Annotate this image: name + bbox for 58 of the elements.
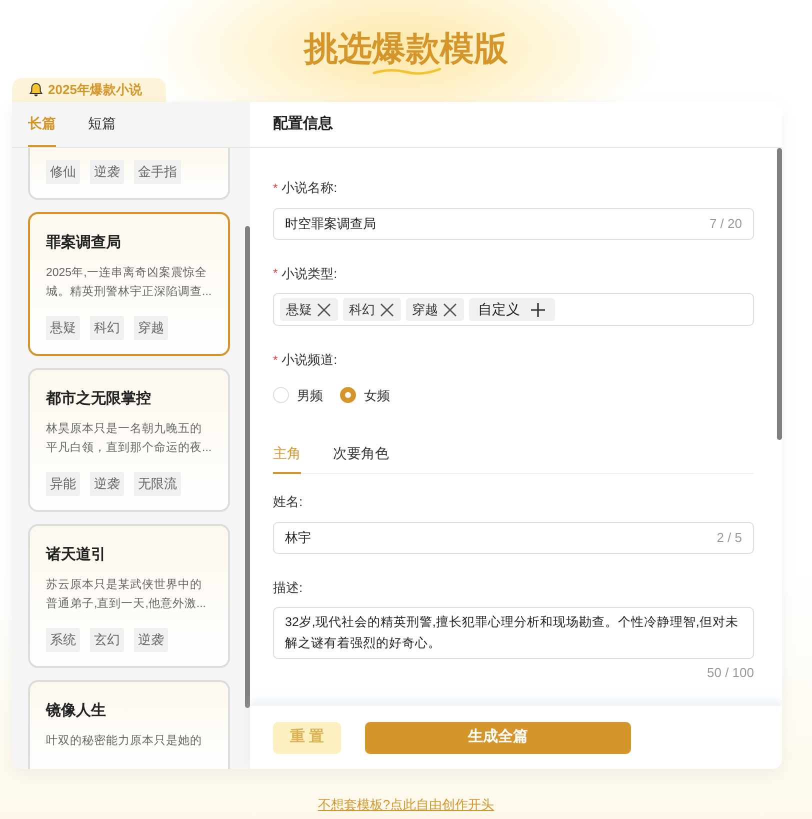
genre-tag: 逆袭	[90, 472, 124, 496]
novel-description: 苏云原本只是某武侠世界中的普通弟子,直到一天,他意外激...	[46, 578, 207, 612]
novel-card[interactable]: 罪案调查局 2025年,一连串离奇凶案震惊全城。精英刑警林宇正深陷调查... 悬疑 科幻 穿越	[28, 212, 230, 356]
genre-tag: 玄幻	[90, 628, 124, 652]
plus-icon	[530, 302, 546, 318]
char-count: 2 / 5	[716, 528, 742, 547]
novel-card[interactable]: 修仙 逆袭 金手指	[28, 148, 230, 200]
required-asterisk: *	[273, 352, 278, 369]
text-input[interactable]: 林宇 2 / 5	[273, 522, 754, 554]
tag-input[interactable]: 悬疑 科幻 穿越 自定义	[273, 293, 754, 326]
squiggle-underline	[372, 66, 442, 76]
tag-chip: 悬疑	[280, 298, 338, 321]
novel-description: 叶双的秘密能力原本只是她的	[46, 733, 203, 749]
field-label: 小说类型:	[282, 264, 338, 282]
novel-title: 诸天道引	[46, 545, 107, 565]
genre-tag: 金手指	[134, 160, 181, 184]
genre-tag: 修仙	[46, 160, 80, 184]
genre-tag: 异能	[46, 472, 80, 496]
radio-label: 男频	[297, 386, 323, 404]
novel-description: 2025年,一连串离奇凶案震惊全城。精英刑警林宇正深陷调查...	[46, 265, 212, 300]
panel-title: 配置信息	[250, 102, 782, 148]
char-count: 50 / 100	[707, 664, 754, 682]
genre-tag: 系统	[46, 628, 80, 652]
description-textarea[interactable]: 32岁,现代社会的精英刑警,擅长犯罪心理分析和现场勘查。个性冷静理智,但对未解之谜有着强烈的好奇心。	[273, 607, 754, 659]
remove-icon[interactable]	[442, 302, 458, 318]
char-count: 7 / 20	[709, 214, 742, 233]
bell-icon	[28, 82, 44, 98]
genre-tag: 逆袭	[134, 628, 168, 652]
novel-card[interactable]: 诸天道引 苏云原本只是某武侠世界中的普通弟子,直到一天,他意外激... 系统 玄幻 逆袭	[28, 524, 230, 668]
required-asterisk: *	[273, 265, 278, 282]
novel-card[interactable]: 镜像人生 叶双的秘密能力原本只是她的	[28, 680, 230, 769]
novel-title: 镜像人生	[46, 701, 107, 721]
field-label: 小说名称:	[282, 179, 338, 197]
field-label: 描述:	[273, 578, 303, 596]
field-label: 姓名:	[273, 493, 303, 511]
tag-chip: 穿越	[406, 298, 464, 321]
page-title: 挑选爆款模版	[304, 28, 508, 70]
role-tab[interactable]: 次要角色	[333, 439, 389, 474]
text-input[interactable]: 时空罪案调查局 7 / 20	[273, 208, 754, 240]
length-tab[interactable]: 短篇	[88, 102, 116, 147]
add-custom-tag-button[interactable]: 自定义	[469, 298, 555, 321]
novel-card[interactable]: 都市之无限掌控 林昊原本只是一名朝九晚五的平凡白领，直到那个命运的夜... 异能 逆袭 无限流	[28, 368, 230, 512]
novel-description: 林昊原本只是一名朝九晚五的平凡白领，直到那个命运的夜...	[46, 422, 212, 456]
novel-title: 都市之无限掌控	[46, 389, 152, 409]
novel-title: 罪案调查局	[46, 232, 122, 253]
genre-tag: 无限流	[134, 472, 181, 496]
genre-tag: 穿越	[134, 316, 168, 340]
field-label: 小说频道:	[282, 351, 338, 369]
remove-icon[interactable]	[379, 302, 395, 318]
tag-chip: 科幻	[343, 298, 401, 321]
genre-tag: 科幻	[90, 316, 124, 340]
radio-label: 女频	[364, 386, 390, 404]
genre-tag: 悬疑	[46, 316, 80, 340]
genre-tag: 逆袭	[90, 160, 124, 184]
radio-button[interactable]	[340, 387, 356, 404]
badge-label: 2025年爆款小说	[48, 81, 142, 100]
remove-icon[interactable]	[316, 302, 332, 318]
required-asterisk: *	[273, 180, 278, 197]
